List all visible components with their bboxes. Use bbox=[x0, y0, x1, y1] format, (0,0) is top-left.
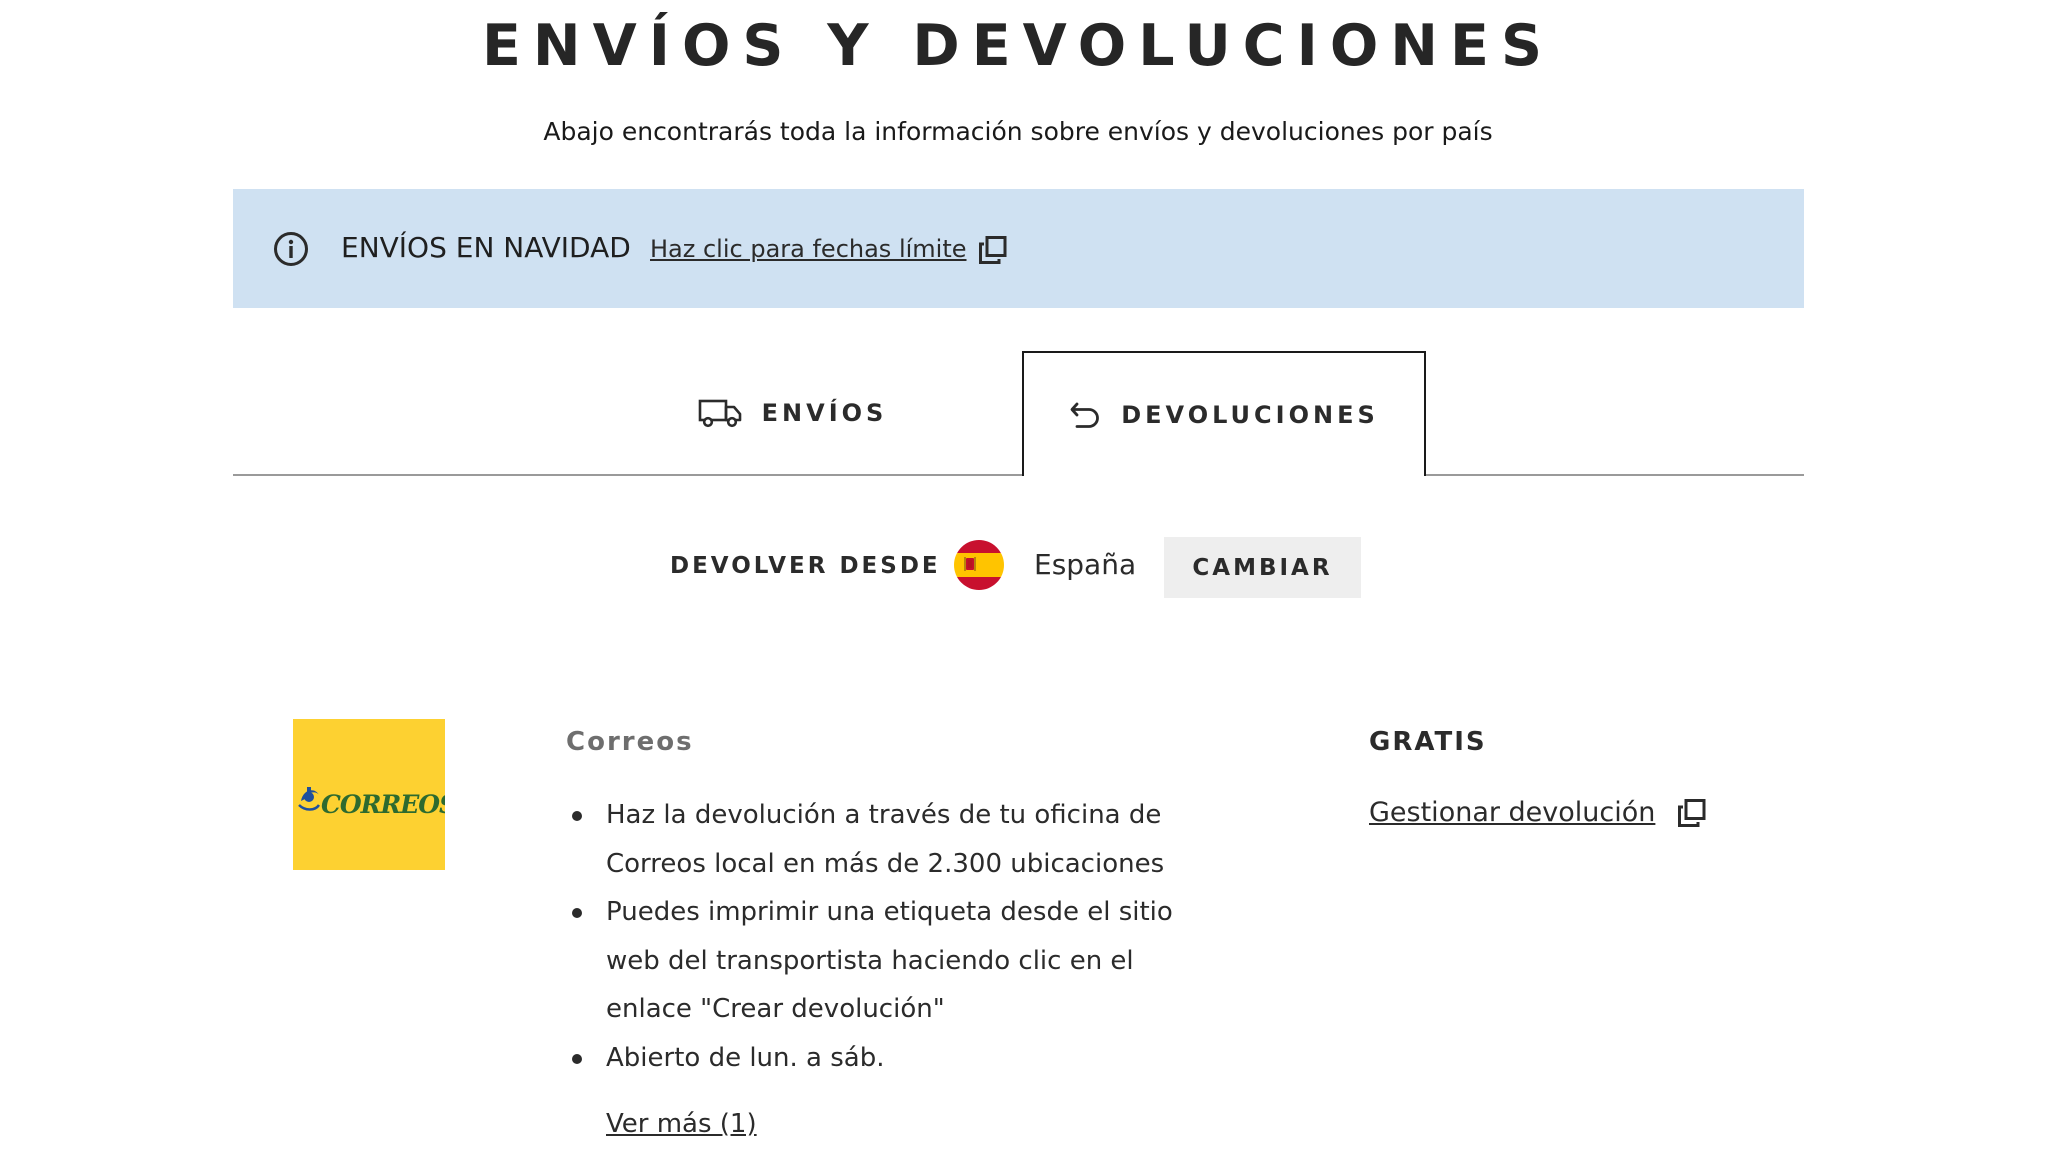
external-link-icon[interactable] bbox=[978, 235, 1008, 265]
tab-envios-label: ENVÍOS bbox=[761, 399, 888, 427]
list-item: Puedes imprimir una etiqueta desde el si… bbox=[566, 888, 1226, 1034]
christmas-shipping-notice: ENVÍOS EN NAVIDAD Haz clic para fechas l… bbox=[233, 189, 1804, 308]
spain-flag-icon bbox=[954, 540, 1004, 590]
deadline-dates-link[interactable]: Haz clic para fechas límite bbox=[650, 231, 967, 267]
list-item: Abierto de lun. a sáb. bbox=[566, 1034, 1226, 1083]
tab-devoluciones[interactable]: DEVOLUCIONES bbox=[1022, 351, 1426, 476]
external-link-icon[interactable] bbox=[1677, 798, 1707, 828]
list-item-text: Abierto de lun. a sáb. bbox=[606, 1042, 885, 1073]
return-arrow-icon bbox=[1069, 400, 1101, 430]
country-selector: DEVOLVER DESDE España CAMBIAR bbox=[0, 537, 2036, 598]
page-subtitle: Abajo encontrarás toda la información so… bbox=[543, 117, 1493, 146]
list-item: Haz la devolución a través de tu oficina… bbox=[566, 791, 1226, 888]
see-more-link[interactable]: Ver más (1) bbox=[606, 1104, 757, 1144]
carrier-details-list: Haz la devolución a través de tu oficina… bbox=[566, 791, 1226, 1082]
svg-text:CORREOS: CORREOS bbox=[321, 790, 445, 819]
correos-logo: CORREOS bbox=[293, 719, 458, 870]
selected-country: España bbox=[1034, 548, 1137, 581]
page-title: ENVÍOS Y DEVOLUCIONES bbox=[481, 13, 1554, 79]
return-price: GRATIS bbox=[1369, 727, 1487, 757]
list-item-text: Puedes imprimir una etiqueta desde el si… bbox=[606, 897, 1173, 1024]
bullet-icon bbox=[572, 811, 582, 821]
tabs-divider bbox=[233, 474, 1804, 476]
info-icon bbox=[273, 231, 309, 267]
tab-devoluciones-label: DEVOLUCIONES bbox=[1121, 400, 1379, 429]
truck-icon bbox=[698, 398, 742, 428]
carrier-name: Correos bbox=[566, 727, 694, 757]
tab-envios[interactable]: ENVÍOS bbox=[233, 351, 1022, 475]
manage-return-link[interactable]: Gestionar devolución bbox=[1369, 793, 1707, 833]
change-country-button[interactable]: CAMBIAR bbox=[1164, 537, 1361, 598]
bullet-icon bbox=[572, 1053, 582, 1064]
list-item-text: Haz la devolución a través de tu oficina… bbox=[606, 800, 1165, 879]
manage-return-label[interactable]: Gestionar devolución bbox=[1369, 793, 1655, 833]
bullet-icon bbox=[572, 908, 582, 918]
notice-title: ENVÍOS EN NAVIDAD bbox=[341, 231, 631, 264]
return-from-label: DEVOLVER DESDE bbox=[670, 553, 941, 579]
